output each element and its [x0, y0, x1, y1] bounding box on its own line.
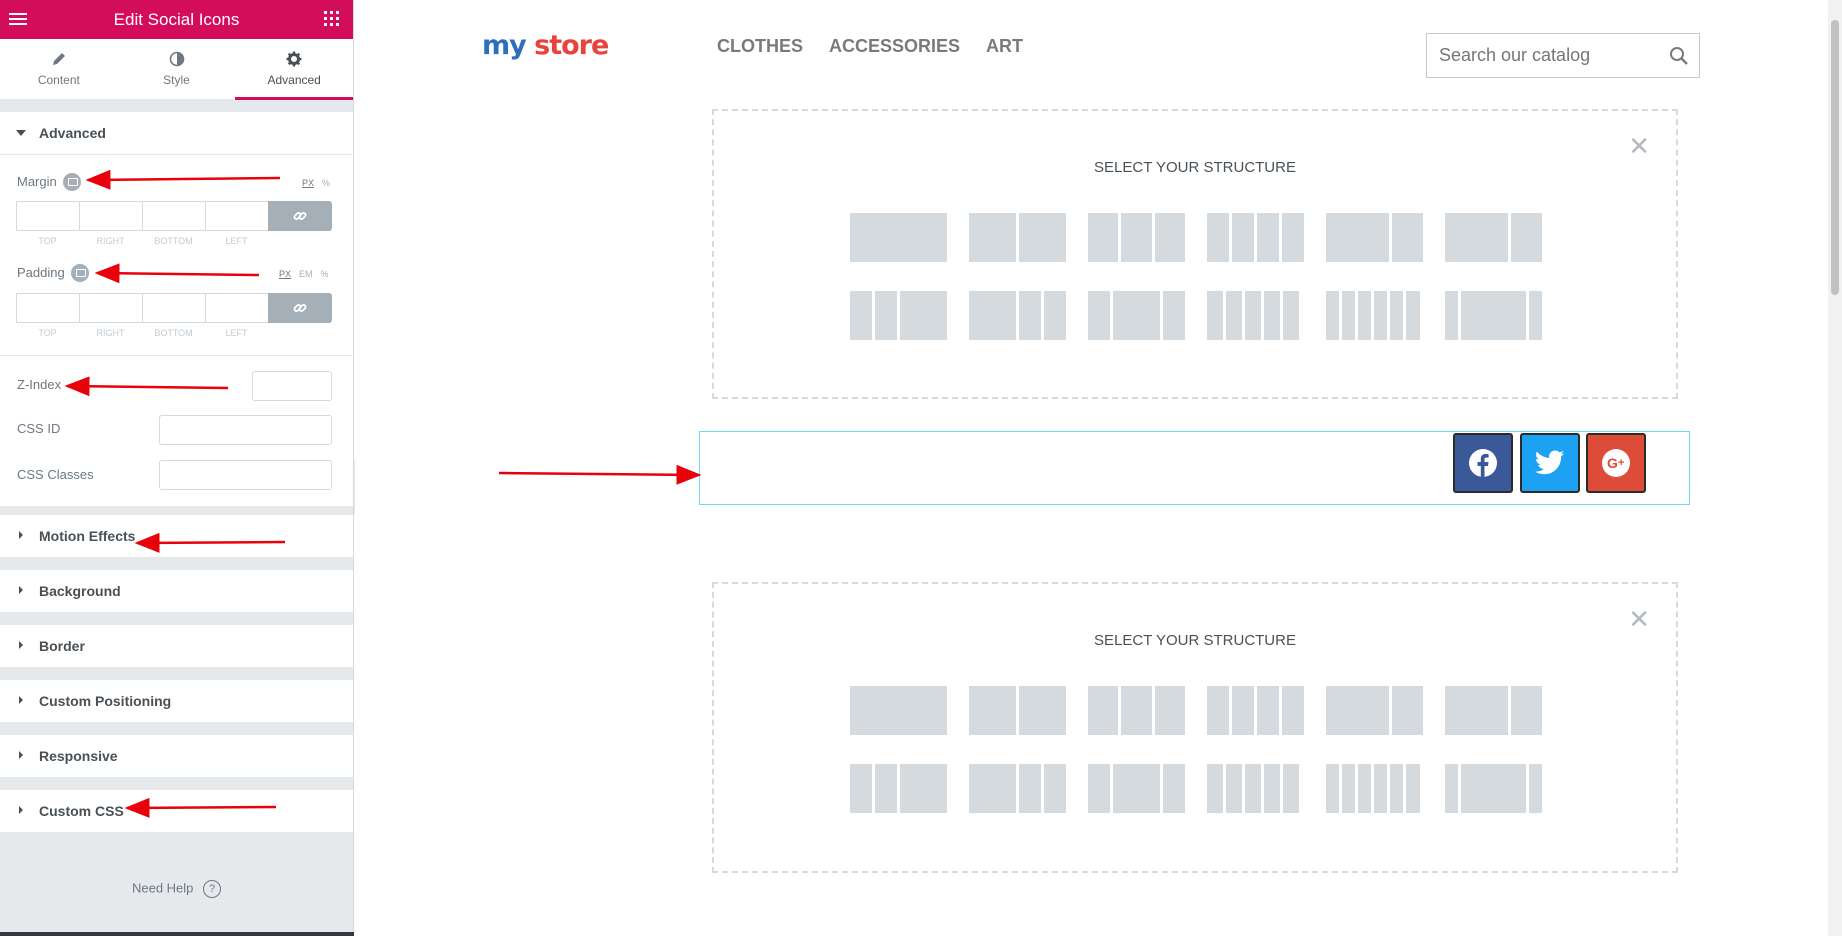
arrow-custom-css: [124, 797, 277, 818]
arrow-motion-effects: [134, 532, 286, 553]
arrow-padding: [94, 263, 260, 284]
annotation-arrows: [64, 169, 702, 818]
arrow-z-index: [64, 376, 229, 397]
arrow-margin: [85, 169, 281, 190]
arrow-social-section: [498, 464, 702, 485]
